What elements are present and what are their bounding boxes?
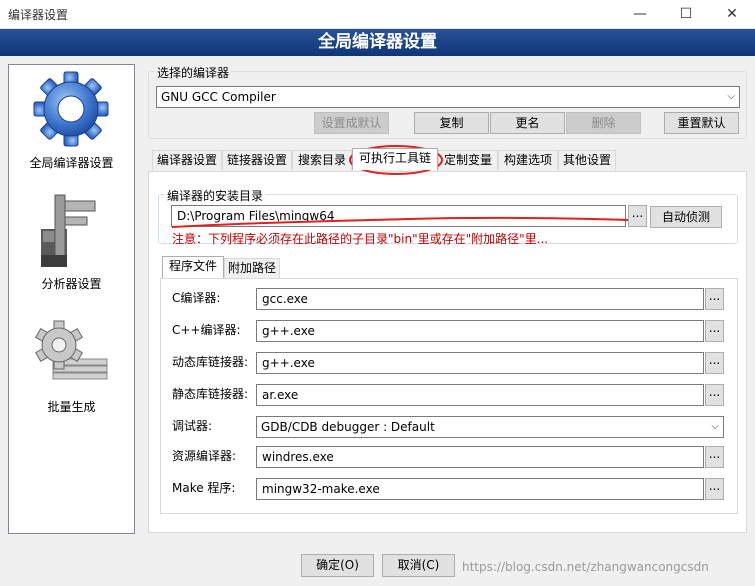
minimize-button[interactable]: — [617, 0, 663, 29]
cpp-compiler-input[interactable]: g++.exe [256, 320, 704, 342]
reset-defaults-button[interactable]: 重置默认 [664, 112, 739, 134]
title-bar: 编译器设置 — ☐ ✕ [0, 0, 755, 29]
tab-additional-paths[interactable]: 附加路径 [224, 258, 280, 278]
caliper-icon [41, 194, 96, 267]
program-subtabs: 程序文件 附加路径 [158, 256, 558, 280]
make-program-browse-button[interactable]: ... [705, 478, 724, 500]
sidebar-item-batch-build[interactable]: 批量生成 [9, 319, 134, 419]
tab-search-directories[interactable]: 搜索目录 [292, 150, 352, 170]
tab-other-settings[interactable]: 其他设置 [558, 150, 616, 170]
resource-compiler-browse-button[interactable]: ... [705, 446, 724, 468]
gear-icon [33, 71, 109, 147]
dialog-banner: 全局编译器设置 [0, 29, 755, 56]
sidebar-item-label: 批量生成 [47, 400, 96, 414]
rename-button[interactable]: 更名 [490, 112, 565, 134]
sidebar-item-label: 全局编译器设置 [29, 156, 114, 170]
ok-button[interactable]: 确定(O) [301, 554, 374, 577]
install-dir-input[interactable]: D:\Program Files\mingw64 [171, 205, 626, 227]
cpp-compiler-browse-button[interactable]: ... [705, 320, 724, 342]
debugger-select-value: GDB/CDB debugger : Default [261, 420, 435, 434]
install-dir-browse-button[interactable]: ... [628, 205, 647, 227]
dynamic-linker-label: 动态库链接器: [172, 355, 249, 369]
chevron-down-icon: ⌵ [727, 91, 735, 102]
cancel-button[interactable]: 取消(C) [382, 554, 455, 577]
selected-compiler-legend: 选择的编译器 [155, 64, 232, 81]
tab-build-options[interactable]: 构建选项 [498, 150, 558, 170]
debugger-label: 调试器: [172, 419, 213, 433]
resource-compiler-label: 资源编译器: [172, 449, 237, 463]
make-program-input[interactable]: mingw32-make.exe [256, 478, 704, 500]
settings-category-list: 全局编译器设置 分析器设置 批量生成 [8, 64, 135, 534]
c-compiler-browse-button[interactable]: ... [705, 288, 724, 310]
static-linker-label: 静态库链接器: [172, 387, 249, 401]
delete-button[interactable]: 删除 [566, 112, 641, 134]
static-linker-browse-button[interactable]: ... [705, 384, 724, 406]
compiler-select-value: GNU GCC Compiler [161, 90, 276, 104]
install-dir-note: 注意：下列程序必须存在此路径的子目录"bin"里或存在"附加路径"里... [172, 232, 549, 246]
batch-gear-icon [35, 320, 108, 380]
maximize-button[interactable]: ☐ [663, 0, 709, 29]
tab-custom-variables[interactable]: 定制变量 [438, 150, 498, 170]
tab-compiler-settings[interactable]: 编译器设置 [152, 150, 222, 170]
dynamic-linker-input[interactable]: g++.exe [256, 352, 704, 374]
c-compiler-label: C编译器: [172, 291, 221, 305]
settings-tabs: 编译器设置 链接器设置 搜索目录 可执行工具链 定制变量 构建选项 其他设置 [148, 148, 748, 172]
sidebar-item-label: 分析器设置 [41, 277, 102, 291]
dynamic-linker-browse-button[interactable]: ... [705, 352, 724, 374]
sidebar-item-global-compiler[interactable]: 全局编译器设置 [9, 69, 134, 170]
close-button[interactable]: ✕ [709, 0, 755, 29]
static-linker-input[interactable]: ar.exe [256, 384, 704, 406]
tab-linker-settings[interactable]: 链接器设置 [222, 150, 292, 170]
chevron-down-icon: ⌵ [711, 421, 719, 432]
compiler-select[interactable]: GNU GCC Compiler ⌵ [156, 86, 740, 108]
copy-button[interactable]: 复制 [414, 112, 489, 134]
window-title: 编译器设置 [8, 8, 69, 22]
cpp-compiler-label: C++编译器: [172, 323, 241, 337]
auto-detect-button[interactable]: 自动侦测 [650, 206, 722, 228]
make-program-label: Make 程序: [172, 481, 236, 495]
sidebar-item-profiler[interactable]: 分析器设置 [9, 191, 134, 291]
tab-toolchain-executables[interactable]: 可执行工具链 [352, 148, 438, 170]
debugger-select[interactable]: GDB/CDB debugger : Default ⌵ [256, 416, 724, 438]
install-dir-legend: 编译器的安装目录 [165, 187, 266, 204]
watermark-text: https://blog.csdn.net/zhangwancongcsdn [462, 560, 709, 574]
tab-program-files[interactable]: 程序文件 [162, 256, 224, 278]
c-compiler-input[interactable]: gcc.exe [256, 288, 704, 310]
set-default-button[interactable]: 设置成默认 [314, 112, 389, 134]
resource-compiler-input[interactable]: windres.exe [256, 446, 704, 468]
